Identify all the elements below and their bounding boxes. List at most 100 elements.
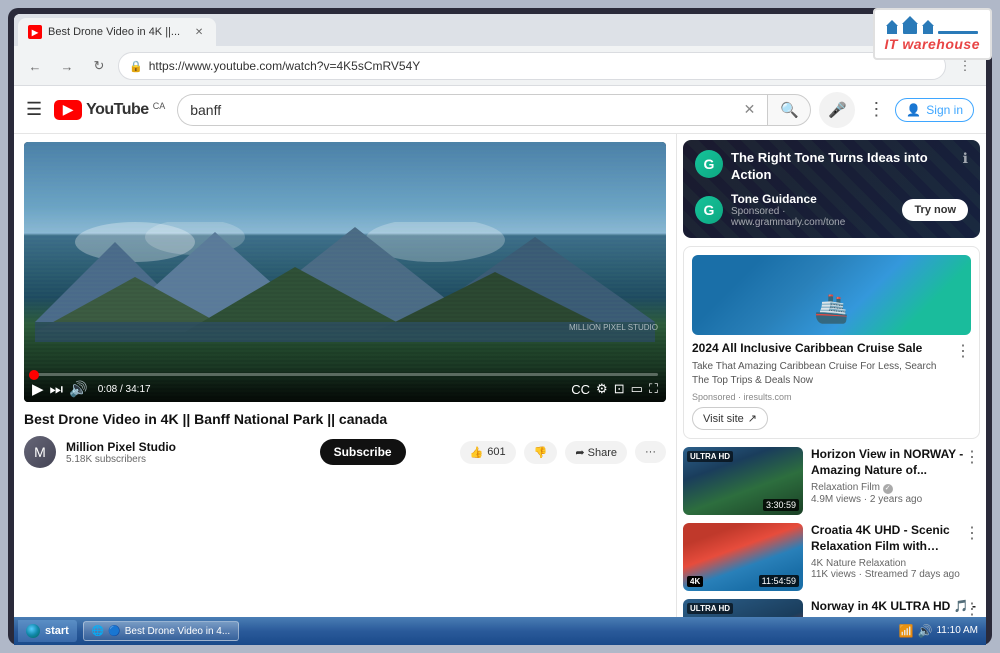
channel-name: Million Pixel Studio <box>66 440 310 454</box>
theater-button[interactable]: ▭ <box>631 381 643 397</box>
next-button[interactable]: ⏭ <box>50 381 64 398</box>
croatia-more-button[interactable]: ⋮ <box>964 523 980 543</box>
taskbar-items: 🌐 🔵 Best Drone Video in 4... <box>83 621 899 641</box>
norway-info: Horizon View in NORWAY - Amazing Nature … <box>811 447 980 515</box>
header-more-button[interactable]: ⋮ <box>867 99 885 120</box>
address-bar[interactable]: 🔒 https://www.youtube.com/watch?v=4K5sCm… <box>118 52 946 80</box>
taskbar-tray: 📶 🔊 11:10 AM <box>899 624 978 638</box>
like-icon: 👍 <box>470 446 484 459</box>
norway-more-button[interactable]: ⋮ <box>964 447 980 467</box>
ad-brand: Tone Guidance <box>731 192 894 206</box>
tab-close-button[interactable]: ✕ <box>192 25 206 39</box>
search-button[interactable]: 🔍 <box>767 94 811 126</box>
ad-info-button[interactable]: ℹ <box>963 150 968 167</box>
youtube-page: ☰ ▶ YouTube CA ✕ 🔍 🎤 ⋮ <box>14 86 986 645</box>
sign-in-button[interactable]: 👤 Sign in <box>895 98 974 122</box>
time-display: 0:08 / 34:17 <box>98 384 151 395</box>
it-line <box>938 31 978 34</box>
network-icon: 📶 <box>899 624 914 638</box>
visit-site-label: Visit site <box>703 413 744 425</box>
ad-grammarly[interactable]: G The Right Tone Turns Ideas into Action… <box>683 140 980 238</box>
ad-bottom-row: G Tone Guidance Sponsored · www.grammarl… <box>695 192 968 228</box>
verified-icon: ✓ <box>883 484 893 494</box>
cruise-title: 2024 All Inclusive Caribbean Cruise Sale <box>692 341 955 357</box>
forward-button[interactable]: → <box>54 53 80 79</box>
list-item[interactable]: ULTRA HD 3:30:59 Horizon View in NORWAY … <box>683 447 980 515</box>
more-button[interactable]: ··· <box>635 441 666 463</box>
header-right: ⋮ 👤 Sign in <box>867 98 974 122</box>
back-button[interactable]: ← <box>22 53 48 79</box>
taskbar-browser-icon[interactable]: 🌐 🔵 Best Drone Video in 4... <box>83 621 239 641</box>
search-bar: ✕ 🔍 🎤 <box>177 92 855 128</box>
channel-subscribers: 5.18K subscribers <box>66 454 310 465</box>
start-label: start <box>45 625 69 637</box>
croatia-channel: 4K Nature Relaxation <box>811 558 980 569</box>
ad-top-row: G The Right Tone Turns Ideas into Action… <box>695 150 968 184</box>
youtube-logo-icon: ▶ <box>54 100 82 120</box>
search-clear-button[interactable]: ✕ <box>744 101 756 118</box>
video-background: MILLION PIXEL STUDIO <box>24 142 666 402</box>
visit-site-button[interactable]: Visit site ↗ <box>692 407 768 430</box>
ad-more-button[interactable]: ⋮ <box>955 341 971 361</box>
sidebar: G The Right Tone Turns Ideas into Action… <box>676 134 986 645</box>
fullscreen-button[interactable]: ⛶ <box>649 381 658 397</box>
it-houses <box>886 16 978 34</box>
progress-bar[interactable] <box>32 373 658 376</box>
youtube-logo[interactable]: ▶ YouTube CA <box>54 100 165 120</box>
ultra-hd-badge: ULTRA HD <box>687 451 733 462</box>
more-label: ··· <box>645 446 656 458</box>
norway-duration: 3:30:59 <box>763 499 799 511</box>
menu-icon[interactable]: ☰ <box>26 99 42 120</box>
nav-bar: ← → ↻ 🔒 https://www.youtube.com/watch?v=… <box>14 46 986 86</box>
channel-row: M Million Pixel Studio 5.18K subscribers… <box>24 436 666 468</box>
miniplayer-button[interactable]: ⊡ <box>614 381 625 397</box>
share-label: ➦ Share <box>575 446 617 459</box>
like-count: 601 <box>487 446 505 458</box>
body-small-1 <box>887 26 897 34</box>
channel-avatar[interactable]: M <box>24 436 56 468</box>
active-tab[interactable]: ▶ Best Drone Video in 4K ||... ✕ <box>18 18 216 46</box>
video-controls: ▶ ⏭ 🔊 0:08 / 34:17 CC ⚙ ⊡ ▭ ⛶ <box>24 367 666 402</box>
play-button[interactable]: ▶ <box>32 380 44 398</box>
ad-cta-button[interactable]: Try now <box>902 199 968 221</box>
progress-fill <box>32 373 34 376</box>
subtitles-button[interactable]: CC <box>571 382 590 397</box>
mic-button[interactable]: 🎤 <box>819 92 855 128</box>
refresh-button[interactable]: ↻ <box>86 53 112 79</box>
grammarly-icon2: G <box>695 196 723 224</box>
ad-headline: The Right Tone Turns Ideas into Action <box>731 150 955 184</box>
list-item[interactable]: 4K 11:54:59 Croatia 4K UHD - Scenic Rela… <box>683 523 980 591</box>
dislike-button[interactable]: 👎 <box>524 441 558 464</box>
body-small-2 <box>923 26 933 34</box>
4k-badge: 4K <box>687 576 703 587</box>
channel-info: Million Pixel Studio 5.18K subscribers <box>66 440 310 465</box>
youtube-header: ☰ ▶ YouTube CA ✕ 🔍 🎤 ⋮ <box>14 86 986 134</box>
croatia-thumbnail: 4K 11:54:59 <box>683 523 803 591</box>
youtube-logo-text: YouTube <box>86 101 149 119</box>
volume-button[interactable]: 🔊 <box>69 380 88 398</box>
subscribe-button[interactable]: Subscribe <box>320 439 406 465</box>
it-brand-text: IT warehouse <box>885 36 980 52</box>
it-house-1 <box>886 20 898 34</box>
monitor-screen: ▶ Best Drone Video in 4K ||... ✕ ← → ↻ 🔒… <box>14 14 986 645</box>
settings-button[interactable]: ⚙ <box>596 381 608 397</box>
share-button[interactable]: ➦ Share <box>565 441 627 464</box>
taskbar-item-label: Best Drone Video in 4... <box>125 626 230 637</box>
norway-channel: Relaxation Film ✓ <box>811 482 980 494</box>
video-section: MILLION PIXEL STUDIO ▶ ⏭ <box>14 134 676 645</box>
progress-dot <box>29 370 39 380</box>
croatia-info: Croatia 4K UHD - Scenic Relaxation Film … <box>811 523 980 591</box>
cruise-desc: Take That Amazing Caribbean Cruise For L… <box>692 360 955 388</box>
start-button[interactable]: start <box>18 620 77 642</box>
search-input-wrap[interactable]: ✕ <box>177 94 767 126</box>
cruise-ship-icon: 🚢 <box>814 292 849 325</box>
croatia-meta: 11K views · Streamed 7 days ago <box>811 569 980 580</box>
search-input[interactable] <box>190 102 743 118</box>
taskbar-ie-icon: 🔵 <box>108 626 120 637</box>
cruise-sponsored: Sponsored · iresults.com <box>692 392 955 402</box>
video-title: Best Drone Video in 4K || Banff National… <box>24 410 666 428</box>
controls-row: ▶ ⏭ 🔊 0:08 / 34:17 CC ⚙ ⊡ ▭ ⛶ <box>32 380 658 398</box>
video-player[interactable]: MILLION PIXEL STUDIO ▶ ⏭ <box>24 142 666 402</box>
it-house-2 <box>902 16 918 34</box>
like-button[interactable]: 👍 601 <box>460 441 516 464</box>
